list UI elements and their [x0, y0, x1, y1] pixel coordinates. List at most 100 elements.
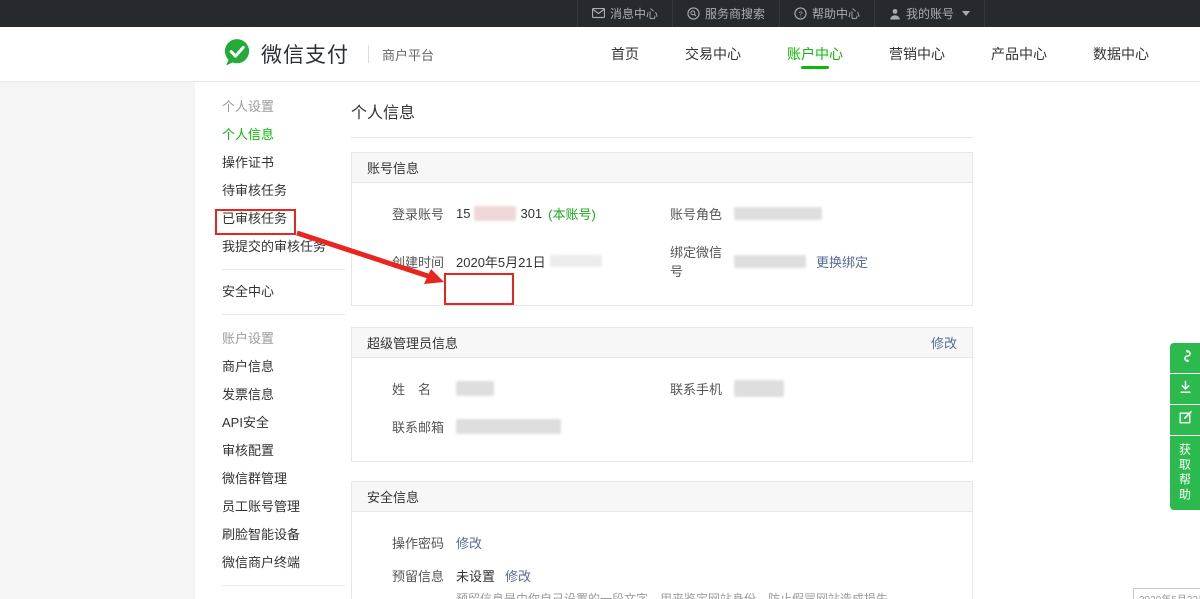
brand-divider: [368, 45, 369, 63]
super-admin-card-header: 超级管理员信息 修改: [352, 328, 972, 358]
nav-data-center[interactable]: 数据中心: [1070, 27, 1172, 81]
sidebar-item-wechat-merchant-terminal[interactable]: 微信商户终端: [222, 549, 345, 577]
nav-transaction-center[interactable]: 交易中心: [662, 27, 764, 81]
svg-text:?: ?: [798, 9, 802, 18]
sidebar-item-pending-review-tasks[interactable]: 待审核任务: [222, 177, 345, 205]
sidebar-group-account-settings: 账户设置: [222, 325, 345, 353]
section-title: 账号信息: [367, 158, 419, 177]
search-circle-icon: [687, 7, 700, 20]
contact-email-label: 联系邮箱: [392, 417, 456, 436]
page-title: 个人信息: [351, 82, 973, 137]
account-info-card-header: 账号信息: [352, 153, 972, 183]
contact-phone-label: 联系手机: [670, 379, 734, 398]
left-gutter: [0, 82, 195, 599]
sidebar-divider: [222, 314, 345, 315]
sidebar-item-face-smart-device[interactable]: 刷脸智能设备: [222, 521, 345, 549]
sidebar-item-staff-account-management[interactable]: 员工账号管理: [222, 493, 345, 521]
sidebar-item-security-center[interactable]: 安全中心: [222, 278, 345, 306]
description-line: 预留信息是由你自己设置的一段文字，用来鉴定网站身份，防止假冒网站造成损失。: [456, 591, 972, 599]
super-admin-card: 超级管理员信息 修改 姓 名 联系手机: [351, 327, 973, 462]
mail-icon: [592, 8, 605, 19]
wechat-pay-merchant-page: 消息中心 服务商搜索 ? 帮助中心 我的账号 微信支付: [0, 0, 1200, 599]
sidebar-divider: [222, 585, 345, 586]
sidebar-item-api-security[interactable]: API安全: [222, 409, 345, 437]
main-content: 个人信息 账号信息 登录账号 15 301 (: [351, 82, 973, 599]
nav-home[interactable]: 首页: [588, 27, 662, 81]
set-reserved-info-link[interactable]: 修改: [505, 566, 531, 585]
floating-help-bar: 获取帮助: [1170, 343, 1200, 510]
sidebar-item-my-submitted-review-tasks[interactable]: 我提交的审核任务: [222, 233, 345, 261]
topbar-item-label: 我的账号: [906, 5, 954, 22]
user-icon: [889, 8, 901, 20]
get-help-button[interactable]: 获取帮助: [1170, 436, 1200, 510]
topbar-help-center[interactable]: ? 帮助中心: [779, 0, 874, 27]
change-password-link[interactable]: 修改: [456, 533, 482, 552]
sidebar-item-personal-info[interactable]: 个人信息: [222, 121, 345, 149]
operation-password-label: 操作密码: [392, 533, 456, 552]
sidebar-divider: [222, 269, 345, 270]
wechat-pay-logo: [222, 37, 252, 72]
topbar-item-label: 服务商搜索: [705, 5, 765, 22]
account-info-card-body: 登录账号 15 301 (本账号) 账号角色: [352, 183, 972, 305]
sidebar-item-reviewed-tasks[interactable]: 已审核任务: [222, 205, 345, 233]
chevron-down-icon: [962, 11, 970, 16]
created-time-value: 2020年5月21日: [456, 252, 602, 271]
link-icon: [1178, 348, 1193, 369]
sidebar-item-review-config[interactable]: 审核配置: [222, 437, 345, 465]
download-icon: [1178, 379, 1193, 400]
date-tooltip: 2020年5月22日: [1133, 588, 1200, 599]
sidebar: 个人设置 个人信息 操作证书 待审核任务 已审核任务 我提交的审核任务 安全中心…: [222, 82, 345, 594]
topbar-item-label: 帮助中心: [812, 5, 860, 22]
sidebar-item-wechat-group-management[interactable]: 微信群管理: [222, 465, 345, 493]
download-button[interactable]: [1170, 374, 1200, 404]
account-info-card: 账号信息 登录账号 15 301 (本账号): [351, 152, 973, 306]
brand-portal: 商户平台: [382, 45, 434, 64]
nav-account-center[interactable]: 账户中心: [764, 27, 866, 81]
sidebar-item-operation-certificate[interactable]: 操作证书: [222, 149, 345, 177]
sidebar-group-personal-settings: 个人设置: [222, 93, 345, 121]
redacted-account-role: [734, 207, 822, 220]
quick-link-button[interactable]: [1170, 343, 1200, 373]
sidebar-item-merchant-info[interactable]: 商户信息: [222, 353, 345, 381]
topbar-message-center[interactable]: 消息中心: [577, 0, 672, 27]
redacted-contact-phone: [734, 380, 784, 397]
redacted-admin-name: [456, 381, 494, 396]
section-title: 超级管理员信息: [367, 333, 458, 352]
redacted-bound-wechat: [734, 255, 806, 268]
header: 微信支付 商户平台 首页 交易中心 账户中心 营销中心 产品中心 数据中心: [0, 27, 1200, 82]
redacted-created-extra: [550, 255, 602, 267]
security-info-card-body: 操作密码 修改 预留信息 未设置 修改 预留信息是由你自己设置的一段文字，用来鉴…: [352, 512, 972, 599]
primary-nav: 首页 交易中心 账户中心 营销中心 产品中心 数据中心: [588, 27, 1172, 81]
reserved-info-value: 未设置: [456, 566, 495, 585]
question-circle-icon: ?: [794, 7, 807, 20]
reserved-info-description: 预留信息是由你自己设置的一段文字，用来鉴定网站身份，防止假冒网站造成损失。 配置…: [456, 591, 972, 599]
nav-product-center[interactable]: 产品中心: [968, 27, 1070, 81]
title-divider: [351, 137, 973, 138]
topbar-my-account[interactable]: 我的账号: [874, 0, 985, 27]
sidebar-item-invoice-info[interactable]: 发票信息: [222, 381, 345, 409]
feedback-icon: [1178, 410, 1193, 430]
topbar: 消息中心 服务商搜索 ? 帮助中心 我的账号: [0, 0, 1200, 27]
nav-marketing-center[interactable]: 营销中心: [866, 27, 968, 81]
topbar-item-label: 消息中心: [610, 5, 658, 22]
admin-name-label: 姓 名: [392, 379, 456, 398]
login-account-value: 15 301 (本账号): [456, 204, 596, 223]
bound-wechat-label: 绑定微信号: [670, 242, 734, 280]
redacted-login-middle: [474, 206, 516, 221]
brand-name: 微信支付: [261, 39, 349, 69]
topbar-provider-search[interactable]: 服务商搜索: [672, 0, 779, 27]
reserved-info-label: 预留信息: [392, 566, 456, 585]
brand[interactable]: 微信支付 商户平台: [222, 27, 434, 81]
current-account-note: (本账号): [548, 204, 596, 223]
edit-super-admin-link[interactable]: 修改: [931, 333, 957, 352]
section-title: 安全信息: [367, 487, 419, 506]
login-account-label: 登录账号: [392, 204, 456, 223]
redacted-contact-email: [456, 419, 561, 434]
feedback-button[interactable]: [1170, 405, 1200, 435]
security-info-card: 安全信息 操作密码 修改 预留信息 未设置 修改 预留信息是由你自己设置的一段文…: [351, 481, 973, 599]
created-time-label: 创建时间: [392, 252, 456, 271]
change-binding-link[interactable]: 更换绑定: [816, 252, 868, 271]
page-body: 个人设置 个人信息 操作证书 待审核任务 已审核任务 我提交的审核任务 安全中心…: [0, 82, 1200, 599]
super-admin-card-body: 姓 名 联系手机 联系邮箱: [352, 358, 972, 461]
account-role-label: 账号角色: [670, 204, 734, 223]
